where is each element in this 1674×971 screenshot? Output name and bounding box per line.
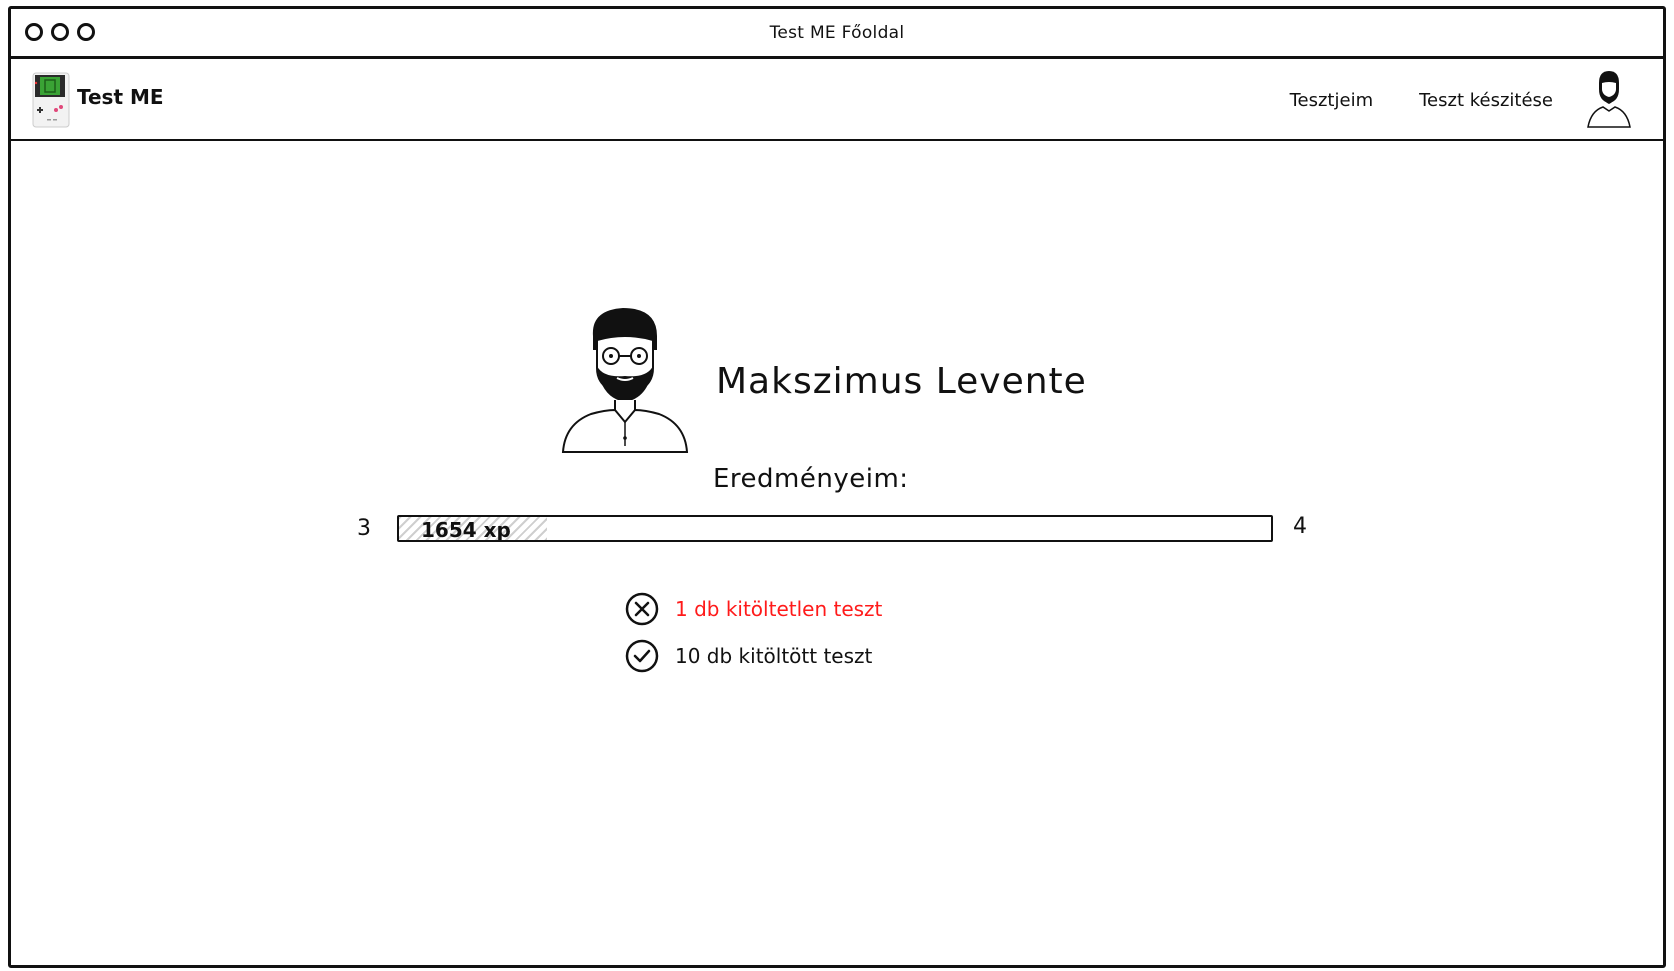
window-title: Test ME Főoldal (769, 23, 905, 43)
top-navbar: Test ME Tesztjeim Teszt készitése (11, 59, 1663, 141)
check-circle-icon (625, 639, 659, 673)
unfilled-tests-label: 1 db kitöltetlen teszt (675, 597, 883, 621)
x-circle-icon (625, 592, 659, 626)
next-level: 4 (1293, 514, 1307, 539)
profile-avatar-icon (561, 308, 689, 453)
results-heading: Eredményeim: (713, 464, 909, 494)
nav-link-my-tests[interactable]: Tesztjeim (1290, 90, 1374, 111)
filled-tests-stat[interactable]: 10 db kitöltött teszt (625, 639, 872, 673)
unfilled-tests-stat[interactable]: 1 db kitöltetlen teszt (625, 592, 882, 626)
nav-link-create-test[interactable]: Teszt készitése (1419, 90, 1553, 111)
brand-name: Test ME (77, 85, 164, 109)
gameboy-logo-icon (32, 72, 70, 128)
app-window: Test ME Főoldal Test ME Tesztjeim Teszt … (8, 6, 1666, 968)
filled-tests-label: 10 db kitöltött teszt (675, 644, 873, 668)
xp-progress-bar: 1654 xp (397, 515, 1273, 542)
window-titlebar: Test ME Főoldal (11, 9, 1663, 59)
brand[interactable]: Test ME (31, 71, 164, 129)
user-avatar-icon[interactable] (1585, 67, 1633, 129)
main-content: Makszimus Levente Eredményeim: 3 1654 xp… (11, 141, 1663, 965)
xp-progress-text: 1654 xp (421, 518, 511, 542)
current-level: 3 (357, 516, 371, 541)
nav-links: Tesztjeim Teszt készitése (1290, 90, 1553, 111)
user-name: Makszimus Levente (716, 361, 1087, 402)
